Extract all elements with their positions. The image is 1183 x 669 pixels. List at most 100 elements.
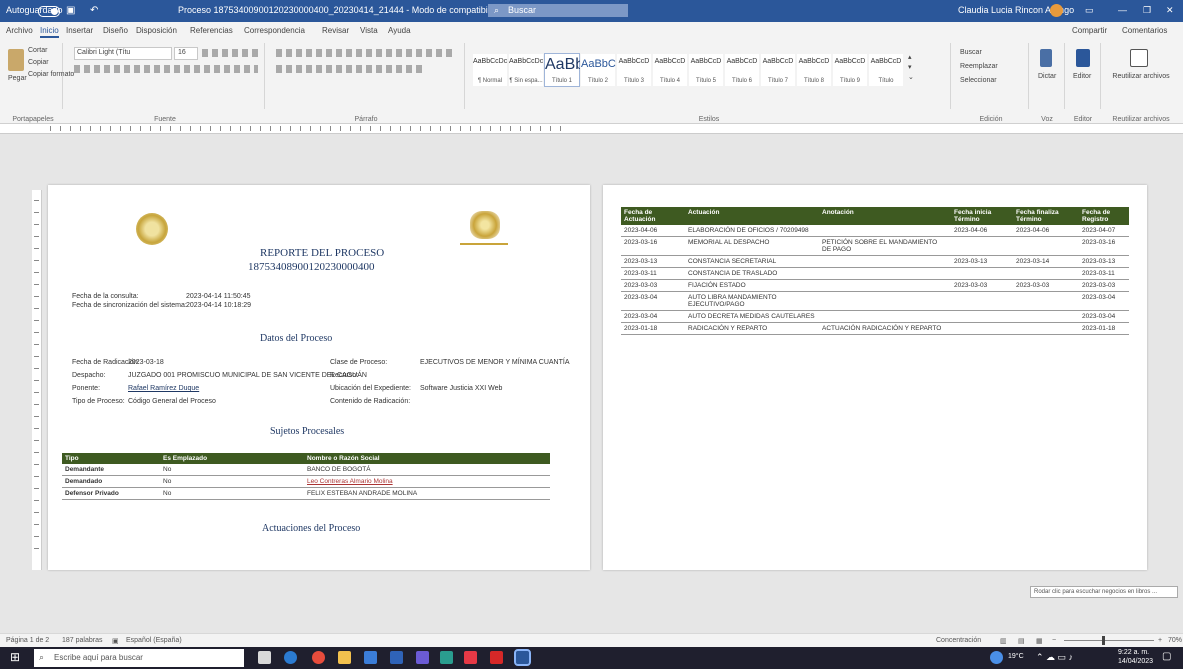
tab-inicio[interactable]: Inicio — [40, 26, 59, 38]
font-format-buttons[interactable] — [74, 65, 258, 73]
reuse-files-icon[interactable] — [1130, 49, 1148, 67]
style-heading1[interactable]: AaBb Título 1 — [544, 53, 584, 87]
file-explorer-icon[interactable] — [338, 651, 351, 664]
clock-date[interactable]: 14/04/2023 — [1118, 658, 1153, 665]
colombia-coat-of-arms-logo — [470, 211, 500, 239]
web-layout-icon[interactable]: ▦ — [1036, 637, 1043, 645]
styles-more-icon[interactable]: ⌄ — [908, 73, 914, 81]
zoom-slider[interactable] — [1064, 636, 1154, 645]
avatar[interactable] — [1050, 4, 1063, 17]
select-button[interactable]: Seleccionar — [960, 77, 997, 84]
style-heading8[interactable]: AaBbCcD Título 8 — [796, 53, 832, 87]
horizontal-ruler[interactable] — [0, 124, 1183, 134]
word-app-icon[interactable] — [514, 649, 531, 666]
tab-disposicion[interactable]: Disposición — [136, 26, 177, 35]
tab-ayuda[interactable]: Ayuda — [388, 26, 411, 35]
tray-icons[interactable]: ⌃ ☁ ▭ ♪ — [1036, 652, 1073, 663]
editor-pen-icon[interactable] — [1076, 49, 1090, 67]
reuse-files-button[interactable]: Reutilizar archivos — [1106, 73, 1176, 80]
style-title[interactable]: AaBbCcD Título — [868, 53, 904, 87]
zoom-out-button[interactable]: − — [1052, 637, 1056, 644]
style-heading9[interactable]: AaBbCcD Título 9 — [832, 53, 868, 87]
undo-icon[interactable]: ↶ — [90, 5, 98, 16]
vertical-ruler[interactable] — [32, 190, 42, 570]
store-icon[interactable] — [364, 651, 377, 664]
tab-archivo[interactable]: Archivo — [6, 26, 33, 35]
editor-group-label: Editor — [1073, 116, 1093, 123]
replace-button[interactable]: Reemplazar — [960, 63, 998, 70]
dictate-button[interactable]: Dictar — [1038, 73, 1056, 80]
tab-correspondencia[interactable]: Correspondencia — [244, 26, 305, 35]
comments-button[interactable]: Comentarios — [1122, 26, 1167, 35]
style-normal[interactable]: AaBbCcDc ¶ Normal — [472, 53, 508, 87]
minimize-button[interactable]: — — [1118, 5, 1127, 15]
style-no-spacing[interactable]: AaBbCcDc ¶ Sin espa... — [508, 53, 544, 87]
find-button[interactable]: Buscar — [960, 49, 982, 56]
style-heading5[interactable]: AaBbCcD Título 5 — [688, 53, 724, 87]
notifications-icon[interactable]: ▢ — [1162, 651, 1171, 662]
microphone-icon[interactable] — [1040, 49, 1052, 67]
tab-vista[interactable]: Vista — [360, 26, 378, 35]
list-buttons[interactable] — [276, 49, 452, 57]
table-cell — [951, 322, 1013, 335]
chrome-browser-icon[interactable] — [312, 651, 325, 664]
read-mode-icon[interactable]: ▥ — [1000, 637, 1007, 645]
language-status[interactable]: Español (España) — [126, 637, 182, 644]
word-count[interactable]: 187 palabras — [62, 637, 102, 644]
document-page-2[interactable]: Fecha de Actuación Actuación Anotación F… — [603, 185, 1147, 570]
clipboard-group: Pegar Cortar Copiar Copiar formato Porta… — [4, 43, 74, 123]
styles-scroll-up-icon[interactable]: ▴ — [908, 53, 912, 61]
edge-browser-icon[interactable] — [284, 651, 297, 664]
font-size-select[interactable]: 16 — [174, 47, 198, 60]
field-value: 2023-03-18 — [128, 359, 164, 366]
print-layout-icon[interactable]: ▤ — [1018, 637, 1025, 645]
font-name-select[interactable]: Calibri Light (Títu — [74, 47, 172, 60]
clock-time[interactable]: 9:22 a. m. — [1118, 649, 1149, 656]
editing-group-label: Edición — [979, 116, 1003, 123]
style-heading7[interactable]: AaBbCcD Título 7 — [760, 53, 796, 87]
search-box[interactable]: ⌕ Buscar — [488, 4, 628, 17]
zoom-slider-thumb[interactable] — [1102, 636, 1105, 645]
office-icon[interactable] — [464, 651, 477, 664]
font-grow-shrink-buttons[interactable] — [202, 49, 258, 57]
voice-group-label: Voz — [1041, 116, 1053, 123]
paste-button[interactable]: Pegar — [8, 75, 27, 82]
zoom-in-button[interactable]: + — [1158, 637, 1162, 644]
app-icon[interactable] — [440, 651, 453, 664]
ribbon-display-icon[interactable]: ▭ — [1085, 5, 1094, 16]
zoom-level[interactable]: 70% — [1168, 637, 1182, 644]
style-heading6[interactable]: AaBbCcD Título 6 — [724, 53, 760, 87]
tab-revisar[interactable]: Revisar — [322, 26, 349, 35]
focus-button[interactable]: Concentración — [936, 637, 981, 644]
table-cell: AUTO DECRETA MEDIDAS CAUTELARES — [685, 310, 819, 323]
font-name-value: Calibri Light (Títu — [77, 49, 131, 56]
cut-button[interactable]: Cortar — [28, 47, 47, 54]
document-page-1[interactable]: REPORTE DEL PROCESO 18753408900120230000… — [48, 185, 590, 570]
copy-button[interactable]: Copiar — [28, 59, 49, 66]
style-heading2[interactable]: AaBbC Título 2 — [580, 53, 616, 87]
autosave-toggle[interactable] — [38, 6, 60, 17]
style-heading3[interactable]: AaBbCcD Título 3 — [616, 53, 652, 87]
tab-diseno[interactable]: Diseño — [103, 26, 128, 35]
share-button[interactable]: Compartir — [1072, 26, 1107, 35]
tab-referencias[interactable]: Referencias — [190, 26, 233, 35]
page-count[interactable]: Página 1 de 2 — [6, 637, 49, 644]
proofing-icon[interactable]: ▣ — [112, 637, 119, 645]
editor-button[interactable]: Editor — [1073, 73, 1091, 80]
close-button[interactable]: ✕ — [1166, 5, 1174, 16]
task-view-icon[interactable] — [258, 651, 271, 664]
teams-icon[interactable] — [416, 651, 429, 664]
alignment-buttons[interactable] — [276, 65, 426, 73]
style-heading4[interactable]: AaBbCcD Título 4 — [652, 53, 688, 87]
app-icon[interactable] — [490, 651, 503, 664]
windows-start-icon[interactable]: ⊞ — [10, 650, 20, 664]
save-icon[interactable]: ▣ — [66, 5, 75, 16]
restore-button[interactable]: ❐ — [1143, 5, 1151, 16]
tab-insertar[interactable]: Insertar — [66, 26, 93, 35]
mail-icon[interactable] — [390, 651, 403, 664]
weather-icon[interactable] — [990, 651, 1003, 664]
temperature[interactable]: 19°C — [1008, 653, 1024, 660]
paste-icon[interactable] — [8, 49, 24, 71]
taskbar-search[interactable]: ⌕ Escribe aquí para buscar — [34, 649, 244, 667]
styles-scroll-down-icon[interactable]: ▾ — [908, 63, 912, 71]
